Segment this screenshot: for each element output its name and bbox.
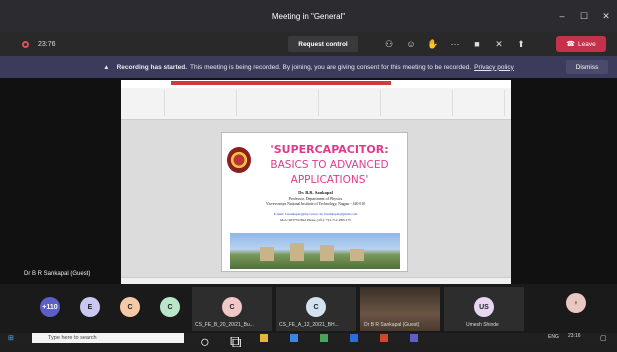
participants-icon[interactable]: ⚇: [378, 39, 400, 50]
meeting-timer: 23:76: [38, 40, 56, 48]
ribbon-group-slides: [167, 90, 237, 116]
person-icon: ♀: [573, 299, 579, 307]
taskbar-search-placeholder: Type here to search: [48, 335, 97, 341]
participant-tile-label: CS_FE_A_12_20/21_BH...: [279, 322, 339, 328]
window-title-bar: Meeting in "General" – ☐ ✕: [0, 0, 617, 32]
powerpoint-ribbon: [121, 80, 511, 120]
close-window-button[interactable]: ✕: [595, 0, 617, 32]
dismiss-button[interactable]: Dismiss: [566, 60, 608, 74]
record-icon: [22, 40, 29, 48]
reactions-icon[interactable]: ✋: [422, 39, 444, 50]
institute-logo-icon: [227, 147, 251, 173]
avatar-initials: US: [479, 303, 489, 311]
slide-author: Dr. B.R. Sankapal: [298, 190, 333, 195]
slide-phone: Mob: 9637552824 Phone (off.): +91-712-28…: [280, 218, 351, 222]
self-view-avatar[interactable]: ♀: [566, 293, 586, 313]
participant-tile-label: Dr B R Sankapal (Guest): [364, 322, 420, 328]
task-view-icon[interactable]: ⧉: [230, 334, 241, 351]
request-control-button[interactable]: Request control: [288, 36, 358, 52]
minimize-button[interactable]: –: [551, 0, 573, 32]
shared-screen: 'SUPERCAPACITOR: BASICS TO ADVANCED APPL…: [121, 80, 511, 285]
word-icon[interactable]: [350, 334, 358, 342]
avatar-initials: E: [87, 303, 93, 311]
mic-off-icon[interactable]: ✕: [488, 39, 510, 50]
mail-icon[interactable]: [290, 334, 298, 342]
maximize-button[interactable]: ☐: [573, 0, 595, 32]
campus-photo: [230, 233, 400, 269]
participant-avatar[interactable]: E: [80, 297, 100, 317]
cortana-icon[interactable]: ○: [200, 334, 210, 351]
participant-overflow-avatar[interactable]: +110: [40, 297, 60, 317]
slide-email: E-mail: brsankapal@phy.vnit.ac.in, brsan…: [273, 212, 358, 216]
slide-title-line-2: BASICS TO ADVANCED: [270, 159, 389, 171]
avatar-initials: C: [167, 303, 173, 311]
participant-avatar: C: [306, 297, 326, 317]
taskbar-clock[interactable]: 23:16: [568, 333, 581, 339]
banner-text: This meeting is being recorded. By joini…: [190, 63, 472, 71]
taskbar-search-input[interactable]: Type here to search: [32, 333, 184, 343]
participant-avatar: US: [474, 297, 494, 317]
teams-icon[interactable]: [410, 334, 418, 342]
recording-indicator: 23:76: [22, 40, 56, 48]
ribbon-group-paragraph: [321, 90, 381, 116]
slide: 'SUPERCAPACITOR: BASICS TO ADVANCED APPL…: [221, 132, 408, 272]
slide-role: Professor, Department of Physics: [288, 196, 343, 201]
more-icon[interactable]: ···: [444, 39, 466, 49]
slide-title-line-1: 'SUPERCAPACITOR:: [270, 143, 389, 156]
participant-avatar[interactable]: C: [160, 297, 180, 317]
ribbon-group-clipboard: [125, 90, 165, 116]
slide-title-line-3: APPLICATIONS': [290, 174, 369, 186]
avatar-initials: C: [313, 303, 319, 311]
powerpoint-icon[interactable]: [380, 334, 388, 342]
phone-icon: ☎: [566, 41, 575, 48]
meeting-toolbar: 23:76 Request control ⚇ ☺ ✋ ··· ■ ✕ ⬆ ☎ …: [0, 32, 617, 56]
participant-tile-label: CS_FE_B_20_20/21_Bu...: [195, 322, 254, 328]
notifications-icon[interactable]: ▢: [600, 334, 608, 342]
chrome-icon[interactable]: [320, 334, 328, 342]
camera-off-icon[interactable]: ■: [466, 39, 488, 49]
avatar-initials: C: [229, 303, 235, 311]
privacy-policy-link[interactable]: Privacy policy: [474, 64, 514, 71]
warning-icon: ▲: [103, 63, 110, 71]
ribbon-group-font: [239, 90, 319, 116]
participant-avatar[interactable]: C: [120, 297, 140, 317]
share-icon[interactable]: ⬆: [510, 39, 532, 50]
sharing-bar: [171, 81, 391, 85]
language-indicator[interactable]: ENG: [548, 334, 559, 340]
toolbar-icons: ⚇ ☺ ✋ ··· ■ ✕ ⬆: [378, 32, 532, 56]
ribbon-group-drawing: [383, 90, 453, 116]
banner-bold-text: Recording has started.: [116, 63, 188, 71]
slide-institute: Visvesvaraya National Institute of Techn…: [265, 202, 366, 206]
file-explorer-icon[interactable]: [260, 334, 268, 342]
ribbon-group-editing: [455, 90, 505, 116]
presenter-name-label: Dr B R Sankapal (Guest): [24, 271, 91, 277]
avatar-initials: +110: [42, 303, 58, 311]
recording-banner: ▲ Recording has started. This meeting is…: [0, 56, 617, 78]
leave-label: Leave: [578, 40, 596, 48]
participant-avatar: C: [222, 297, 242, 317]
window-controls: – ☐ ✕: [551, 0, 617, 32]
avatar-initials: C: [127, 303, 133, 311]
windows-start-icon[interactable]: ⊞: [8, 334, 14, 342]
chat-icon[interactable]: ☺: [400, 39, 422, 49]
leave-button[interactable]: ☎ Leave: [556, 36, 606, 52]
participant-tile-label: Umesh Shinde: [466, 322, 499, 328]
window-title: Meeting in "General": [271, 11, 346, 21]
